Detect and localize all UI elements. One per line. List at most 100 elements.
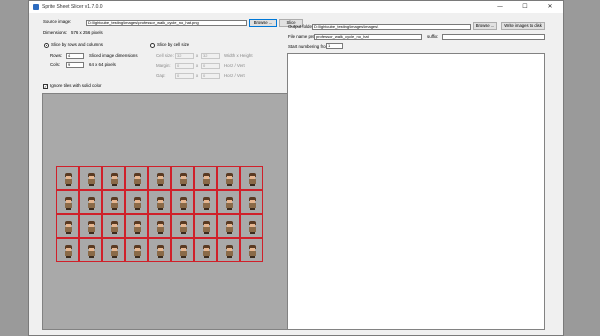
sprite-figure (88, 245, 95, 258)
sprite-figure (226, 245, 233, 258)
sprite-tile (194, 190, 217, 214)
sprite-figure (88, 221, 95, 234)
sprite-figure (134, 245, 141, 258)
sprite-tile (240, 166, 263, 190)
file-prefix-input[interactable]: professor_walk_cycle_no_hat (314, 34, 422, 40)
sprite-tile (79, 238, 102, 262)
gap-horz-input[interactable]: 0 (175, 73, 194, 79)
dimensions-label: Dimensions: (43, 30, 68, 35)
sprite-tile (148, 214, 171, 238)
sprite-tile (194, 214, 217, 238)
sprite-tile (102, 214, 125, 238)
close-button[interactable]: ✕ (541, 1, 559, 13)
cell-height-input[interactable]: 32 (201, 53, 220, 59)
sprite-figure (203, 197, 210, 210)
sprite-tile (79, 190, 102, 214)
sprite-figure (157, 221, 164, 234)
sprite-figure (157, 197, 164, 210)
sprite-figure (203, 221, 210, 234)
gap-label: Gap: (156, 73, 166, 78)
sprite-tile (125, 214, 148, 238)
dimensions-value: 576 x 256 pixels (71, 30, 103, 35)
gap-unit-label: Horz / Vert (224, 73, 245, 78)
sprite-tile (240, 238, 263, 262)
sprite-figure (88, 197, 95, 210)
sprite-tile (240, 190, 263, 214)
sprite-figure (249, 245, 256, 258)
sprite-tile (194, 166, 217, 190)
sprite-figure (134, 221, 141, 234)
minimize-button[interactable]: — (491, 1, 509, 13)
sprite-tile (148, 238, 171, 262)
sprite-figure (226, 197, 233, 210)
sprite-tile (56, 166, 79, 190)
sprite-tile (217, 166, 240, 190)
margin-label: Margin: (156, 63, 171, 68)
rows-input[interactable]: 4 (66, 53, 84, 59)
sprite-figure (134, 197, 141, 210)
source-image-label: Source image: (43, 19, 72, 24)
sprite-figure (111, 173, 118, 186)
slice-grid (56, 166, 263, 262)
sprite-sheet-preview[interactable] (42, 93, 292, 330)
slice-rows-cols-radio[interactable] (44, 43, 49, 48)
ignore-tiles-checkbox[interactable]: ✓ (43, 84, 48, 89)
output-folder-input[interactable]: D:\lightcube_testing\images\images\ (312, 24, 471, 30)
sprite-tile (102, 238, 125, 262)
sprite-figure (65, 221, 72, 234)
sprite-figure (180, 173, 187, 186)
sprite-figure (65, 173, 72, 186)
sprite-figure (111, 197, 118, 210)
source-browse-button[interactable]: Browse ... (249, 19, 277, 27)
slice-cell-size-radio[interactable] (150, 43, 155, 48)
output-browse-button[interactable]: Browse ... (473, 22, 497, 30)
source-path-input[interactable]: D:\lightcube_testing\images\professor_wa… (86, 20, 247, 26)
ignore-tiles-label[interactable]: Ignore tiles with solid color (50, 83, 102, 89)
sprite-figure (249, 221, 256, 234)
sprite-tile (217, 238, 240, 262)
gap-vert-input[interactable]: 0 (201, 73, 220, 79)
slice-cell-size-label[interactable]: Slice by cell size (157, 42, 189, 48)
sprite-tile (217, 190, 240, 214)
margin-unit-label: Horz / Vert (224, 63, 245, 68)
sprite-figure (249, 173, 256, 186)
suffix-label: suffix: (427, 34, 439, 39)
start-numbering-input[interactable]: 1 (326, 43, 343, 49)
gap-x-separator: x (196, 73, 199, 78)
sprite-tile (102, 166, 125, 190)
cols-input[interactable]: 9 (66, 62, 84, 68)
sprite-tile (171, 166, 194, 190)
margin-horz-input[interactable]: 0 (175, 63, 194, 69)
rows-label: Rows: (50, 53, 63, 58)
sprite-figure (157, 245, 164, 258)
sprite-tile (148, 166, 171, 190)
sprite-figure (226, 221, 233, 234)
output-folder-label: Output folder: (288, 24, 315, 29)
margin-vert-input[interactable]: 0 (201, 63, 220, 69)
sprite-tile (79, 166, 102, 190)
sprite-tile (102, 190, 125, 214)
sprite-tile (171, 214, 194, 238)
cell-size-label: Cell size: (156, 53, 174, 58)
sprite-figure (180, 245, 187, 258)
suffix-input[interactable] (442, 34, 545, 40)
sprite-figure (203, 173, 210, 186)
sprite-tile (125, 166, 148, 190)
sprite-figure (180, 221, 187, 234)
sprite-tile (217, 214, 240, 238)
cell-unit-label: Width x Height (224, 53, 253, 58)
cell-width-input[interactable]: 32 (175, 53, 194, 59)
title-bar: Sprite Sheet Slicer v1.7.0.0 — ☐ ✕ (29, 1, 563, 13)
cell-x-separator: x (196, 53, 199, 58)
sprite-figure (203, 245, 210, 258)
sprite-figure (111, 221, 118, 234)
sliced-dimensions-label: Sliced image dimensions (89, 53, 138, 58)
slice-rows-cols-label[interactable]: Slice by rows and columns (51, 42, 103, 48)
margin-x-separator: x (196, 63, 199, 68)
sprite-tile (125, 190, 148, 214)
write-images-button[interactable]: Write images to disk (501, 22, 545, 30)
sprite-tile (56, 238, 79, 262)
sprite-tile (240, 214, 263, 238)
maximize-button[interactable]: ☐ (516, 1, 534, 13)
output-list[interactable] (287, 53, 545, 330)
